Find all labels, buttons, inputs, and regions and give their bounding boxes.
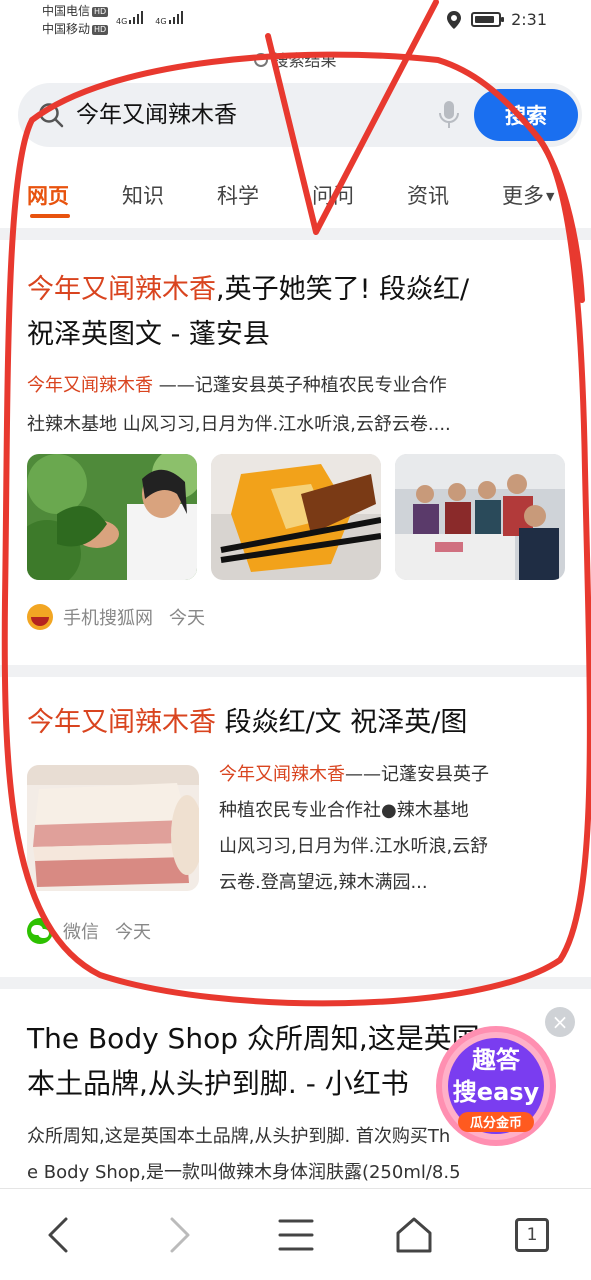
active-tab-indicator (30, 214, 70, 218)
promo-line2: 搜easy (453, 1078, 540, 1106)
result-thumbnail-woman-plant[interactable] (27, 454, 197, 580)
section-divider (0, 977, 591, 989)
carrier-telecom: 中国电信 HD (42, 4, 109, 18)
result-source[interactable]: 微信 今天 (27, 918, 151, 944)
title-highlight: 今年又闻辣木香 (27, 274, 216, 305)
microphone-icon[interactable] (438, 99, 460, 131)
location-icon (447, 10, 462, 29)
result-title-line1[interactable]: The Body Shop 众所周知,这是英国 (27, 1017, 480, 1061)
carrier-mobile: 中国移动 HD (42, 22, 109, 36)
tab-web[interactable]: 网页 (27, 180, 69, 210)
title-text: ,英子她笑了! 段焱红/ (216, 274, 470, 305)
tab-count: 1 (515, 1218, 549, 1252)
result-snippet-line4: 云卷.登高望远,辣木满园... (219, 872, 428, 893)
title-text: 段焱红/文 祝泽英/图 (216, 707, 468, 738)
result-snippet-line2: 种植农民专业合作社●辣木基地 (219, 800, 469, 821)
snippet-highlight: 今年又闻辣木香 (27, 375, 153, 396)
status-right: 2:31 (447, 10, 547, 29)
source-time: 今天 (115, 922, 151, 943)
search-result-1[interactable]: 今年又闻辣木香,英子她笑了! 段焱红/ 祝泽英图文 - 蓬安县 今年又闻辣木香 … (0, 240, 591, 665)
result-title-line1[interactable]: 今年又闻辣木香,英子她笑了! 段焱红/ (27, 268, 469, 312)
hd-badge: HD (92, 25, 109, 35)
result-snippet-line3: 山风习习,日月为伴.江水听浪,云舒 (219, 836, 489, 857)
tab-science[interactable]: 科学 (217, 180, 259, 210)
search-result-2[interactable]: 今年又闻辣木香 段焱红/文 祝泽英/图 今年又闻辣木香——记蓬安县英子 种植农民… (0, 677, 591, 977)
battery-icon (471, 12, 505, 27)
back-icon[interactable] (36, 1211, 84, 1259)
source-name: 手机搜狐网 (63, 608, 153, 629)
caret-down-icon: ▼ (546, 190, 555, 203)
signal-indicators: 4G 4G (116, 10, 183, 26)
tab-more[interactable]: 更多 ▼ (502, 180, 554, 210)
wechat-logo-icon (27, 918, 53, 944)
promo-badge[interactable]: 趣答 搜easy 瓜分金币 (432, 1020, 560, 1148)
result-snippet-line1: 今年又闻辣木香 ——记蓬安县英子种植农民专业合作 (27, 370, 447, 402)
tab-ask[interactable]: 问问 (312, 180, 354, 210)
promo-line3: 瓜分金币 (470, 1115, 522, 1131)
search-icon (39, 103, 64, 128)
sohu-logo-icon (27, 604, 53, 630)
menu-icon[interactable] (272, 1211, 320, 1259)
signal-icon-2: 4G (155, 10, 183, 26)
source-time: 今天 (169, 608, 205, 629)
search-bar[interactable]: 今年又闻辣木香 搜索 (18, 83, 582, 147)
bottom-navigation: 1 (0, 1188, 591, 1280)
search-button[interactable]: 搜索 (474, 89, 578, 141)
page-title-label: 搜索结果 (272, 51, 337, 70)
status-bar: 中国电信 HD 中国移动 HD 4G 4G 2:31 (0, 0, 591, 40)
signal-icon-1: 4G (116, 10, 144, 26)
result-title[interactable]: 今年又闻辣木香 段焱红/文 祝泽英/图 (27, 701, 467, 745)
tab-more-label: 更多 (502, 184, 544, 208)
result-title-line2[interactable]: 本土品牌,从头护到脚. - 小红书 (27, 1062, 409, 1106)
page-icon (254, 53, 269, 67)
result-snippet-line2: e Body Shop,是一款叫做辣木身体润肤露(250ml/8.5 (27, 1162, 461, 1183)
category-tabs: 网页 知识 科学 问问 资讯 更多 ▼ (0, 172, 591, 222)
result-title-line2[interactable]: 祝泽英图文 - 蓬安县 (27, 313, 270, 357)
result-thumbnail-chopsticks-food[interactable] (211, 454, 381, 580)
hd-badge: HD (92, 7, 109, 17)
carrier-telecom-label: 中国电信 (42, 4, 91, 18)
result-source[interactable]: 手机搜狐网 今天 (27, 604, 205, 630)
title-highlight: 今年又闻辣木香 (27, 707, 216, 738)
carrier-mobile-label: 中国移动 (42, 22, 91, 36)
section-divider (0, 228, 591, 240)
promo-line1: 趣答 (471, 1046, 521, 1074)
tabs-button[interactable]: 1 (508, 1211, 556, 1259)
result-snippet-line1: 众所周知,这是英国本土品牌,从头护到脚. 首次购买Th (27, 1126, 451, 1147)
forward-icon[interactable] (154, 1211, 202, 1259)
snippet-highlight: 今年又闻辣木香 (219, 764, 345, 785)
result-thumbnail-pork[interactable] (27, 765, 199, 891)
snippet-text: ——记蓬安县英子 (345, 764, 489, 785)
result-snippet-line2: 社辣木基地 山风习习,日月为伴.江水听浪,云舒云卷.... (27, 414, 451, 435)
tab-news[interactable]: 资讯 (407, 180, 449, 210)
home-icon[interactable] (390, 1211, 438, 1259)
result-thumbnail-meeting[interactable] (395, 454, 565, 580)
tab-knowledge[interactable]: 知识 (122, 180, 164, 210)
status-time: 2:31 (511, 10, 547, 29)
source-name: 微信 (63, 922, 99, 943)
snippet-text: ——记蓬安县英子种植农民专业合作 (153, 375, 447, 396)
section-divider (0, 665, 591, 677)
search-input[interactable]: 今年又闻辣木香 (76, 99, 237, 131)
page-title: 搜索结果 (0, 47, 591, 71)
result-snippet-line1: 今年又闻辣木香——记蓬安县英子 (219, 759, 489, 791)
